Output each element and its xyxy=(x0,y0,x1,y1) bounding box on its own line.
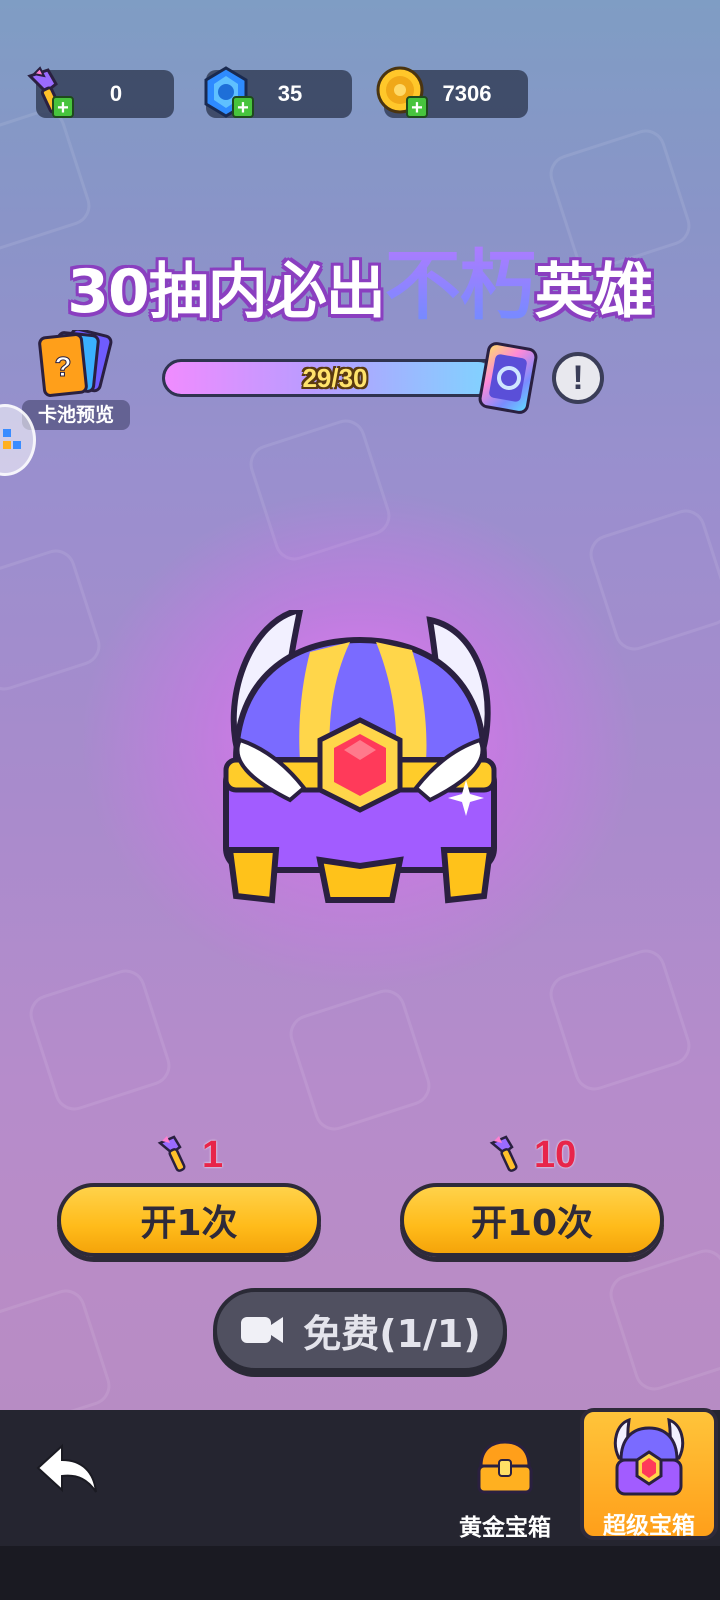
title-highlight: 不朽 xyxy=(384,241,536,330)
ten-draw-cost: 10 xyxy=(488,1130,576,1180)
super-chest-icon xyxy=(613,1417,685,1496)
grid-icon xyxy=(3,429,21,449)
video-camera-icon xyxy=(241,1317,284,1343)
system-nav-strip xyxy=(0,1546,720,1600)
hero-card-icon xyxy=(478,340,540,416)
card-deck-icon: ? xyxy=(38,327,113,397)
purple-key-icon[interactable]: + xyxy=(20,62,80,122)
tab-super-chest[interactable]: 超级宝箱 xyxy=(580,1408,718,1540)
back-button[interactable] xyxy=(34,1440,100,1500)
blue-gem-icon[interactable]: + xyxy=(196,62,256,122)
open-ten-button[interactable]: 开10次 xyxy=(400,1183,664,1257)
free-draw-label: 免费(1/1) xyxy=(303,1311,481,1356)
open-ten-label: 开10次 xyxy=(470,1203,594,1244)
gold-coin-icon[interactable]: + xyxy=(372,62,432,122)
tab-gold-chest[interactable]: 黄金宝箱 xyxy=(446,1438,564,1542)
title-prefix: 30抽内必出 xyxy=(67,257,385,327)
coin-count: 7306 xyxy=(442,81,492,106)
purple-key-icon xyxy=(157,1135,186,1172)
open-once-button[interactable]: 开1次 xyxy=(57,1183,321,1257)
single-draw-cost-value: 1 xyxy=(202,1133,224,1176)
svg-text:?: ? xyxy=(54,351,71,382)
purple-key-icon xyxy=(489,1135,518,1172)
ten-draw-cost-value: 10 xyxy=(534,1133,577,1176)
tab-gold-chest-label: 黄金宝箱 xyxy=(459,1515,551,1541)
tab-super-chest-label: 超级宝箱 xyxy=(603,1513,695,1539)
title-suffix: 英雄 xyxy=(534,257,654,327)
page-title: 30抽内必出不朽英雄 xyxy=(0,224,720,334)
back-arrow-icon xyxy=(36,1443,97,1493)
gold-chest-icon xyxy=(477,1440,533,1494)
gem-count: 35 xyxy=(277,81,303,106)
free-draw-button[interactable]: 免费(1/1) xyxy=(213,1288,507,1372)
super-chest-illustration xyxy=(180,606,540,930)
key-count: 0 xyxy=(109,81,123,106)
single-draw-cost: 1 xyxy=(156,1130,223,1180)
info-button[interactable]: ! xyxy=(552,352,604,404)
pity-progress-text: 29/30 xyxy=(302,363,368,393)
pool-preview-button[interactable]: ? 卡池预览 xyxy=(22,327,130,430)
open-once-label: 开1次 xyxy=(140,1203,238,1244)
